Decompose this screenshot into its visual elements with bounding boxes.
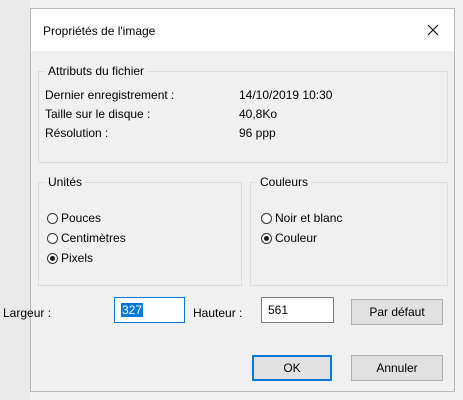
radio-couleur[interactable]: Couleur xyxy=(261,231,317,245)
width-input[interactable]: 327 xyxy=(114,297,185,323)
units-legend: Unités xyxy=(45,175,86,189)
image-properties-dialog: Propriétés de l'image Attributs du fichi… xyxy=(3,8,455,392)
close-icon xyxy=(427,24,439,36)
width-input-value: 327 xyxy=(121,303,144,317)
resolution-value: 96 ppp xyxy=(239,126,276,140)
close-button[interactable] xyxy=(412,9,454,51)
width-label: Largeur : xyxy=(3,306,52,320)
units-group: Unités Pouces Centimètres Pixels xyxy=(38,175,242,286)
ok-button[interactable]: OK xyxy=(252,355,332,381)
default-size-button[interactable]: Par défaut xyxy=(351,299,443,325)
height-input-value: 561 xyxy=(268,303,289,317)
radio-centimetres-label: Centimètres xyxy=(61,231,126,245)
radio-pouces[interactable]: Pouces xyxy=(47,211,101,225)
cancel-button[interactable]: Annuler xyxy=(351,355,443,381)
disk-size-value: 40,8Ko xyxy=(239,107,278,121)
file-attributes-legend: Attributs du fichier xyxy=(45,64,148,78)
file-attributes-group: Attributs du fichier Dernier enregistrem… xyxy=(38,64,448,163)
radio-couleur-label: Couleur xyxy=(275,231,318,245)
titlebar: Propriétés de l'image xyxy=(31,9,454,51)
radio-pixels-label: Pixels xyxy=(61,251,94,265)
radio-centimetres-indicator xyxy=(47,232,58,244)
resolution-label: Résolution : xyxy=(45,126,109,140)
radio-couleur-indicator xyxy=(261,232,272,244)
radio-pixels-indicator xyxy=(47,252,58,264)
radio-noir-et-blanc-label: Noir et blanc xyxy=(275,211,343,225)
radio-noir-et-blanc[interactable]: Noir et blanc xyxy=(261,211,342,225)
radio-noir-et-blanc-indicator xyxy=(261,212,272,224)
last-saved-value: 14/10/2019 10:30 xyxy=(239,88,333,102)
radio-pouces-indicator xyxy=(47,212,58,224)
colors-group: Couleurs Noir et blanc Couleur xyxy=(250,175,448,286)
height-input[interactable]: 561 xyxy=(261,297,334,323)
desktop-background xyxy=(0,0,30,400)
last-saved-label: Dernier enregistrement : xyxy=(45,88,175,102)
height-label: Hauteur : xyxy=(193,306,243,320)
dialog-title: Propriétés de l'image xyxy=(43,24,156,38)
radio-pouces-label: Pouces xyxy=(61,211,102,225)
radio-pixels[interactable]: Pixels xyxy=(47,251,93,265)
radio-centimetres[interactable]: Centimètres xyxy=(47,231,126,245)
disk-size-label: Taille sur le disque : xyxy=(45,107,151,121)
colors-legend: Couleurs xyxy=(257,175,312,189)
